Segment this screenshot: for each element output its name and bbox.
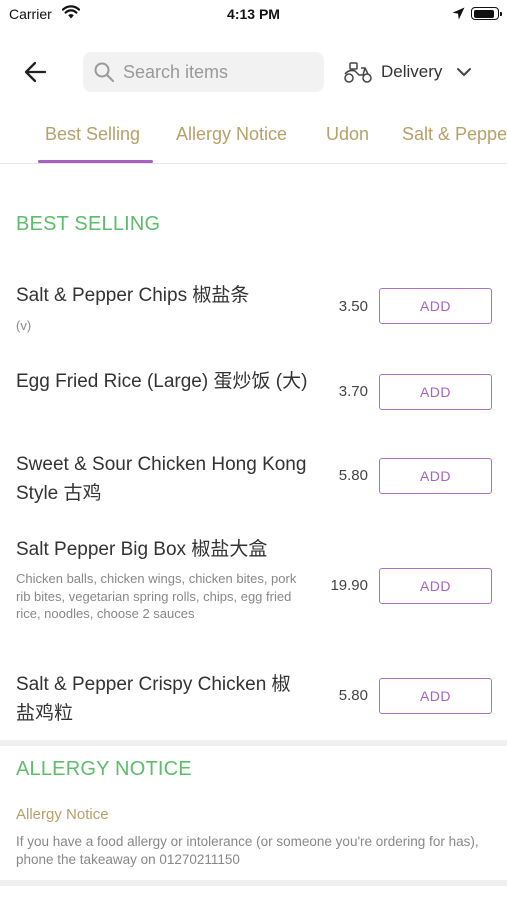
menu-item-price: 3.70 [338,383,368,400]
clock: 4:13 PM [227,6,280,22]
top-bar: Delivery [0,48,507,96]
delivery-selector[interactable]: Delivery [343,56,472,88]
menu-item-price: 3.50 [338,298,368,315]
allergy-notice-subtitle: Allergy Notice [16,806,109,823]
back-arrow-icon [24,61,47,83]
tab-udon[interactable]: Udon [326,124,369,145]
menu-item-price: 5.80 [338,467,368,484]
category-tabs: Best Selling Allergy Notice Udon Salt & … [0,112,507,164]
scooter-icon [344,62,372,83]
section-divider [0,740,507,746]
search-bar[interactable] [83,52,324,92]
search-input[interactable] [123,61,313,83]
menu-item-price: 5.80 [338,687,368,704]
menu-item-name: Sweet & Sour Chicken Hong Kong Style 古鸡 [16,454,307,504]
menu-item-name: Salt & Pepper Crispy Chicken 椒盐鸡粒 [16,674,291,724]
tab-salt-and-pepper[interactable]: Salt & Pepper [402,124,507,145]
location-arrow-icon [452,7,465,20]
allergy-notice-text: If you have a food allergy or intoleranc… [16,834,479,867]
add-button[interactable]: ADD [379,374,492,410]
add-button[interactable]: ADD [379,678,492,714]
menu-item-name: Egg Fried Rice (Large) 蛋炒饭 (大) [16,371,308,392]
status-bar: Carrier 4:13 PM [0,0,507,30]
menu-item-name: Salt & Pepper Chips 椒盐条 [16,285,250,306]
add-button[interactable]: ADD [379,568,492,604]
menu-item-description: Chicken balls, chicken wings, chicken bi… [16,571,297,621]
active-tab-indicator [38,160,153,163]
menu-item-name: Salt Pepper Big Box 椒盐大盒 [16,539,268,560]
section-title-allergy-notice: ALLERGY NOTICE [16,758,192,780]
section-divider [0,880,507,886]
menu-item-description: (v) [16,318,32,333]
tab-best-selling[interactable]: Best Selling [45,124,140,145]
battery-icon [471,7,502,20]
delivery-label: Delivery [381,62,443,81]
add-button[interactable]: ADD [379,458,492,494]
tab-allergy-notice[interactable]: Allergy Notice [176,124,287,145]
add-button[interactable]: ADD [379,288,492,324]
search-icon [94,62,114,82]
chevron-down-icon [457,68,472,76]
back-button[interactable] [20,58,52,86]
menu-item-price: 19.90 [330,577,368,594]
section-title-best-selling: BEST SELLING [16,213,161,235]
